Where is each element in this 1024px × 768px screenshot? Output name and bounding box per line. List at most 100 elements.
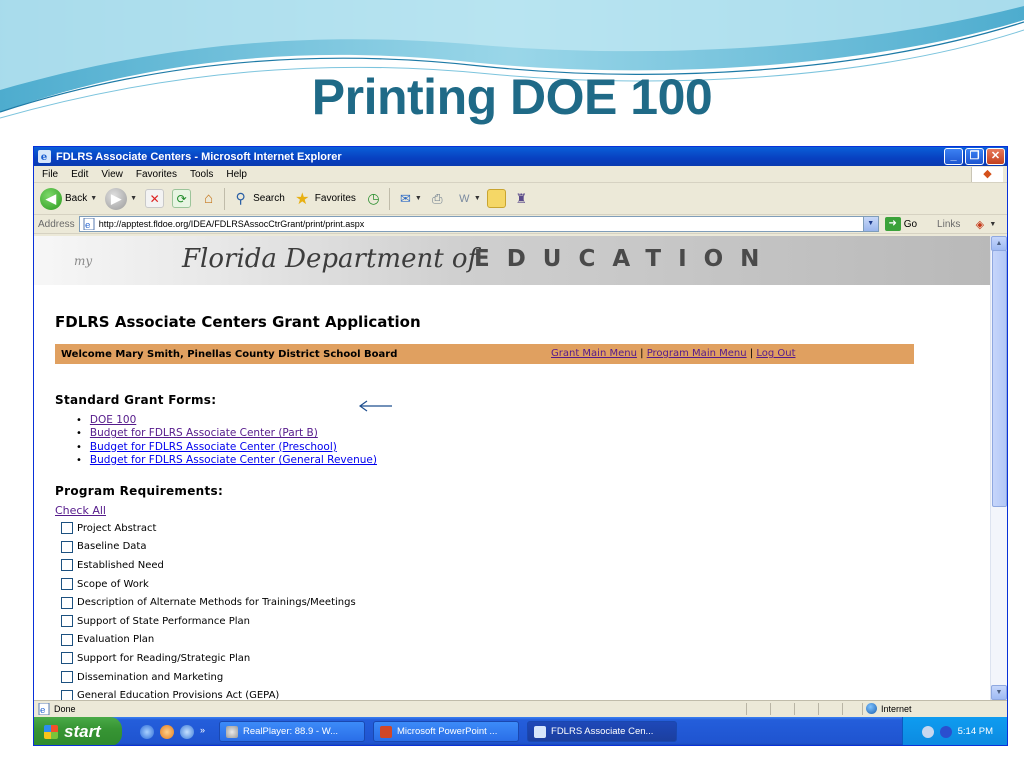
task-realplayer[interactable]: RealPlayer: 88.9 - W... — [219, 721, 366, 742]
chevron-down-icon[interactable]: ▼ — [862, 217, 878, 231]
requirement-label: Description of Alternate Methods for Tra… — [77, 597, 356, 609]
ie-quicklaunch-icon[interactable] — [140, 724, 154, 739]
menu-file[interactable]: File — [42, 169, 58, 180]
program-main-menu-link[interactable]: Program Main Menu — [647, 348, 747, 359]
requirement-checkbox[interactable] — [61, 652, 73, 665]
mail-icon[interactable]: ✉ — [396, 189, 415, 208]
scroll-up-arrow-icon[interactable]: ▲ — [991, 236, 1007, 251]
requirement-checkbox[interactable] — [61, 596, 73, 609]
list-item: Dissemination and Marketing — [61, 668, 356, 687]
start-button[interactable]: start — [34, 717, 122, 745]
go-button[interactable]: ➜ Go — [884, 217, 918, 231]
requirement-checkbox[interactable] — [61, 615, 73, 628]
slide-title: Printing DOE 100 — [311, 69, 713, 125]
search-button[interactable]: ⚲ Search — [231, 189, 284, 208]
forward-arrow-icon: ▶ — [105, 187, 128, 210]
requirement-checkbox[interactable] — [61, 633, 73, 646]
restore-button[interactable]: ❐ — [965, 148, 984, 165]
page-viewport: my Florida Department of EDUCATION FDLRS… — [34, 236, 990, 700]
security-zone: Internet — [866, 703, 912, 714]
requirement-checkbox[interactable] — [61, 522, 73, 535]
scroll-down-arrow-icon[interactable]: ▼ — [991, 685, 1007, 700]
requirement-checkbox[interactable] — [61, 578, 73, 591]
minimize-button[interactable]: _ — [944, 148, 963, 165]
toolbar-divider — [388, 187, 390, 210]
task-label: RealPlayer: 88.9 - W... — [243, 726, 339, 737]
task-powerpoint[interactable]: Microsoft PowerPoint ... — [373, 721, 520, 742]
history-icon[interactable]: ◷ — [364, 189, 383, 208]
requirement-label: Evaluation Plan — [77, 634, 155, 646]
ie-icon: e — [38, 150, 51, 163]
requirement-label: Support for Reading/Strategic Plan — [77, 652, 251, 664]
links-label[interactable]: Links — [937, 219, 960, 230]
check-all-link[interactable]: Check All — [55, 504, 106, 517]
back-label: Back — [65, 193, 88, 204]
requirement-label: Dissemination and Marketing — [77, 671, 224, 683]
toolbar-extension-icon[interactable]: ◈ — [970, 215, 989, 234]
go-label: Go — [903, 218, 918, 230]
task-ie[interactable]: FDLRS Associate Cen... — [527, 721, 678, 742]
address-input[interactable]: e http://apptest.fldoe.org/IDEA/FDLRSAss… — [78, 216, 879, 232]
forward-button[interactable]: ▶ ▼ — [105, 187, 137, 210]
menu-view[interactable]: View — [101, 169, 123, 180]
folder-icon[interactable] — [486, 189, 506, 208]
chevron-right-icon[interactable]: » — [200, 725, 205, 739]
requirement-checkbox[interactable] — [61, 559, 73, 572]
arrow-annotation-icon — [358, 400, 392, 412]
chevron-down-icon[interactable]: ▼ — [989, 221, 996, 228]
menu-tools[interactable]: Tools — [190, 169, 213, 180]
requirement-label: Scope of Work — [77, 578, 149, 590]
task-label: FDLRS Associate Cen... — [551, 726, 654, 737]
budget-preschool-link[interactable]: Budget for FDLRS Associate Center (Presc… — [90, 441, 337, 453]
chevron-down-icon[interactable]: ▼ — [415, 195, 422, 202]
chevron-down-icon[interactable]: ▼ — [90, 195, 97, 202]
desktop-quicklaunch-icon[interactable] — [180, 724, 194, 739]
network-icon[interactable] — [939, 725, 952, 738]
outlook-quicklaunch-icon[interactable] — [160, 724, 174, 739]
chevron-down-icon[interactable]: ▼ — [130, 195, 137, 202]
scroll-thumb[interactable] — [992, 250, 1007, 507]
requirement-checkbox[interactable] — [61, 540, 73, 553]
page-icon: e — [38, 702, 50, 715]
menu-help[interactable]: Help — [226, 169, 247, 180]
list-item: Budget for FDLRS Associate Center (Gener… — [76, 454, 377, 467]
banner-education-text: EDUCATION — [474, 246, 777, 272]
grant-main-menu-link[interactable]: Grant Main Menu — [551, 348, 637, 359]
refresh-icon[interactable]: ⟳ — [172, 189, 192, 208]
program-requirements-heading: Program Requirements: — [55, 484, 224, 498]
welcome-text: Welcome Mary Smith, Pinellas County Dist… — [61, 348, 398, 360]
menu-edit[interactable]: Edit — [71, 169, 88, 180]
requirement-label: General Education Provisions Act (GEPA) — [77, 690, 280, 700]
budget-general-revenue-link[interactable]: Budget for FDLRS Associate Center (Gener… — [90, 454, 377, 466]
doe-100-link[interactable]: DOE 100 — [90, 414, 136, 426]
menu-favorites[interactable]: Favorites — [136, 169, 177, 180]
search-icon: ⚲ — [235, 190, 246, 206]
close-button[interactable]: ✕ — [986, 148, 1005, 165]
requirement-checkbox[interactable] — [61, 671, 73, 684]
status-divider — [746, 703, 747, 715]
volume-icon[interactable] — [921, 725, 934, 738]
system-tray: 5:14 PM — [902, 717, 1007, 745]
status-divider — [818, 703, 819, 715]
favorites-button[interactable]: ★ Favorites — [293, 189, 356, 208]
budget-part-b-link[interactable]: Budget for FDLRS Associate Center (Part … — [90, 427, 318, 439]
taskbar: start » RealPlayer: 88.9 - W... Microsof… — [34, 717, 1007, 745]
print-icon[interactable]: ⎙ — [428, 189, 447, 208]
edit-icon[interactable]: W — [455, 189, 474, 208]
back-arrow-icon: ◀ — [40, 187, 62, 210]
log-out-link[interactable]: Log Out — [756, 348, 795, 359]
clock: 5:14 PM — [957, 726, 993, 737]
messenger-icon[interactable]: ♜ — [512, 189, 531, 208]
vertical-scrollbar[interactable]: ▲ ▼ — [990, 236, 1007, 700]
stop-icon[interactable]: ✕ — [145, 189, 165, 208]
window-titlebar[interactable]: e FDLRS Associate Centers - Microsoft In… — [34, 147, 1007, 166]
menu-bar: File Edit View Favorites Tools Help ◆ — [34, 166, 1007, 183]
list-item: General Education Provisions Act (GEPA) — [61, 686, 356, 700]
requirement-checkbox[interactable] — [61, 689, 73, 700]
globe-icon — [866, 703, 877, 714]
home-icon[interactable]: ⌂ — [199, 189, 218, 208]
chevron-down-icon[interactable]: ▼ — [474, 195, 481, 202]
status-bar: e Done Internet — [34, 700, 1007, 716]
back-button[interactable]: ◀ Back ▼ — [40, 187, 97, 210]
realplayer-icon — [226, 725, 239, 738]
